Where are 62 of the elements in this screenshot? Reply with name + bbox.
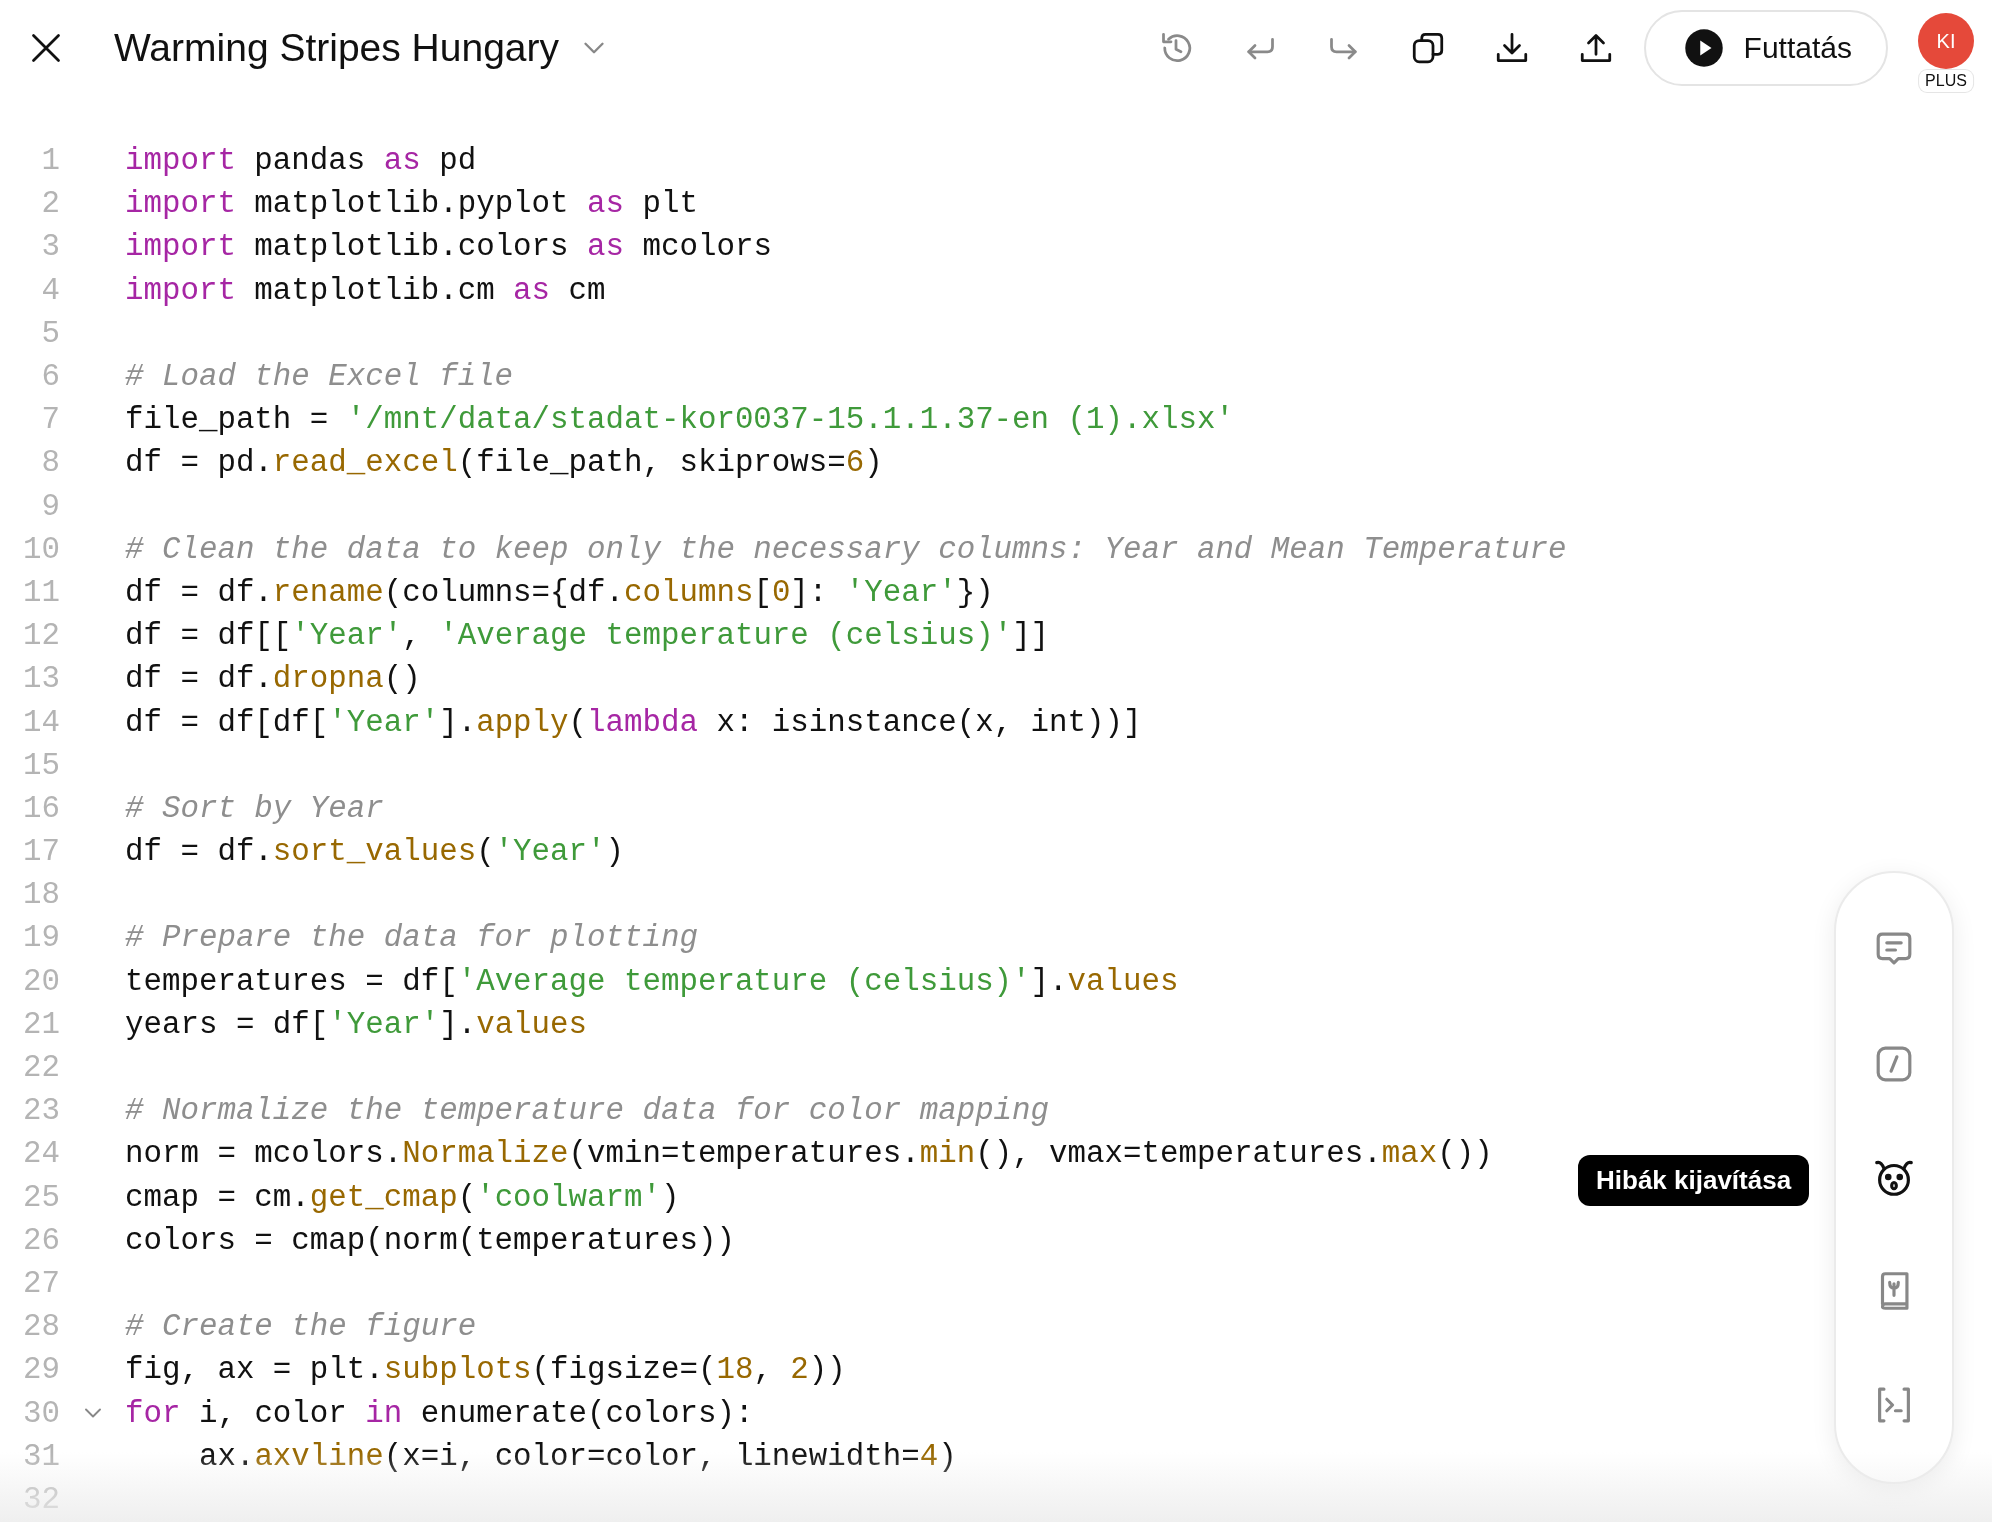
line-number: 19 [22,920,60,956]
line-number: 14 [22,704,60,740]
line-number: 6 [40,359,60,395]
line-number: 11 [22,574,60,610]
tooltip: Hibák kijavítása [1578,1155,1810,1206]
code-line: # Create the figure [125,1309,477,1345]
code-line: # Clean the data to keep only the necessary columns: Year and Mean Temperature [125,531,1567,567]
code-line: df = df[['Year', 'Average temperature (celsius)']] [125,618,1050,654]
code-line: file_path = '/mnt/data/stadat-kor0037-15.1.1.37-en (1).xlsx' [125,402,1234,438]
code-line: # Sort by Year [125,790,384,826]
line-number: 17 [22,834,60,870]
line-number: 31 [22,1438,60,1474]
line-number: 22 [22,1050,60,1086]
code-line: for i, color in enumerate(colors): [125,1395,754,1431]
line-number: 18 [22,877,60,913]
code-line: df = df.sort_values('Year') [125,834,624,870]
line-number: 7 [40,402,60,438]
code-line: import matplotlib.pyplot as plt [125,186,698,222]
line-number: 10 [22,531,60,567]
line-number: 16 [22,790,60,826]
line-number: 3 [40,229,60,265]
line-number: 1 [40,143,60,179]
user-avatar[interactable]: KI [1918,13,1974,69]
code-line: norm = mcolors.Normalize(vmin=temperatures.min(), vmax=temperatures.max()) [125,1136,1493,1172]
code-line: df = df.dropna() [125,661,421,697]
code-line: years = df['Year'].values [125,1006,588,1042]
code-line: df = df.rename(columns={df.columns[0]: 'Year'}) [125,574,994,610]
line-number: 23 [22,1093,60,1129]
line-number: 29 [22,1352,60,1388]
code-line: ax.axvline(x=i, color=color, linewidth=4) [197,1438,957,1474]
line-number: 27 [22,1265,60,1301]
document-title[interactable]: Warming Stripes Hungary [114,26,560,70]
line-number: 8 [40,445,60,481]
line-number: 4 [40,272,60,308]
line-number: 15 [22,747,60,783]
run-button[interactable]: Futtatás [1643,10,1888,86]
code-line: df = pd.read_excel(file_path, skiprows=6) [125,445,883,481]
line-number: 21 [22,1006,60,1042]
code-line: fig, ax = plt.subplots(figsize=(18, 2)) [125,1352,846,1388]
play-icon [1683,28,1724,68]
code-line: # Load the Excel file [125,359,514,395]
code-line: import matplotlib.colors as mcolors [125,229,772,265]
line-number: 9 [40,488,60,524]
code-line: cmap = cm.get_cmap('coolwarm') [125,1179,680,1215]
line-number: 24 [22,1136,60,1172]
line-number: 26 [22,1222,60,1258]
code-line: temperatures = df['Average temperature (celsius)'].values [125,963,1179,999]
line-number: 20 [22,963,60,999]
line-number: 12 [22,618,60,654]
code-line: # Prepare the data for plotting [125,920,698,956]
code-line: import matplotlib.cm as cm [125,272,606,308]
line-number: 2 [40,186,60,222]
code-line: colors = cmap(norm(temperatures)) [125,1222,735,1258]
code-line: df = df[df['Year'].apply(lambda x: isinstance(x, int))] [125,704,1142,740]
line-number: 5 [40,315,60,351]
plan-badge: PLUS [1919,70,1973,92]
code-line: # Normalize the temperature data for color mapping [125,1093,1050,1129]
line-number: 28 [22,1309,60,1345]
line-number: 30 [22,1395,60,1431]
code-line: import pandas as pd [125,143,477,179]
line-number: 13 [22,661,60,697]
line-number: 25 [22,1179,60,1215]
